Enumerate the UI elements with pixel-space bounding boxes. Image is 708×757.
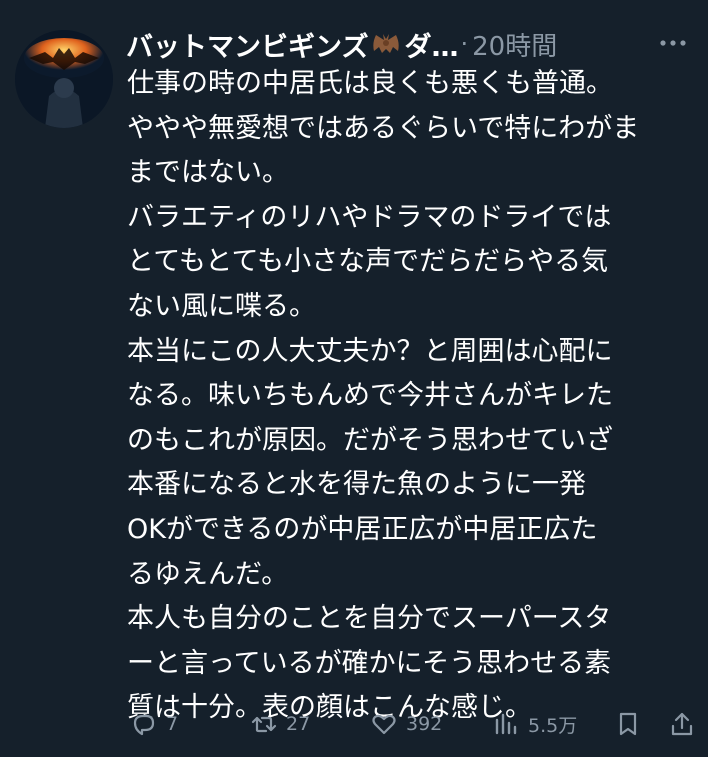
bat-emoji-icon: [370, 29, 402, 59]
reply-icon: [133, 714, 155, 736]
author-name-suffix[interactable]: ダ…: [404, 25, 458, 64]
share-button[interactable]: [668, 710, 704, 738]
share-icon: [671, 712, 693, 736]
tweet-line: OKができるのが中居正広が中居正広た: [127, 513, 598, 545]
more-icon[interactable]: [656, 26, 690, 60]
tweet-line: のもこれが原因。だがそう思わせていざ: [127, 424, 613, 456]
like-icon: [372, 714, 396, 735]
like-button[interactable]: 392: [370, 710, 442, 738]
tweet-line: 本番になると水を得た魚のように一発: [127, 469, 586, 501]
bookmark-button[interactable]: [614, 710, 650, 738]
repost-button[interactable]: 27: [250, 710, 310, 738]
views-count: 5.5万: [528, 714, 578, 737]
action-bar: 7 27 392 5.5万: [130, 706, 694, 742]
reply-button[interactable]: 7: [130, 710, 178, 738]
repost-count: 27: [286, 713, 311, 735]
tweet-line: とてもとても小さな声でだらだらやる気: [127, 246, 609, 278]
repost-icon: [251, 716, 277, 733]
views-icon: [495, 713, 517, 735]
separator: ·: [460, 30, 469, 58]
timestamp[interactable]: 20時間: [472, 26, 557, 63]
tweet-header: バットマンビギンズ ダ… · 20時間: [126, 22, 690, 66]
bookmark-icon: [619, 712, 637, 736]
like-count: 392: [406, 713, 443, 735]
avatar[interactable]: [15, 30, 113, 128]
tweet-line: ーと言っているが確かにそう思わせる素: [127, 647, 612, 679]
tweet-line: 仕事の時の中居氏は良くも悪くも普通。: [127, 68, 613, 99]
tweet-line: 本人も自分のことを自分でスーパースタ: [127, 603, 612, 635]
author-name[interactable]: バットマンビギンズ: [126, 25, 368, 64]
tweet-line: 本当にこの人大丈夫か？と周囲は心配に: [127, 335, 613, 367]
tweet-line: ややや無愛想ではあるぐらいで特にわがま: [127, 112, 640, 144]
tweet-line: ない風に喋る。: [127, 290, 316, 322]
tweet-line: なる。味いちもんめで今井さんがキレた: [127, 380, 613, 412]
tweet-line: バラエティのリハやドラマのドライでは: [127, 201, 612, 233]
tweet-line: まではない。: [127, 157, 289, 189]
views-button[interactable]: 5.5万: [492, 710, 577, 738]
tweet-text: 仕事の時の中居氏は良くも悪くも普通。 ややや無愛想ではあるぐらいで特にわがま ま…: [127, 62, 697, 731]
reply-count: 7: [166, 713, 179, 735]
tweet-line: るゆえんだ。: [127, 558, 289, 590]
